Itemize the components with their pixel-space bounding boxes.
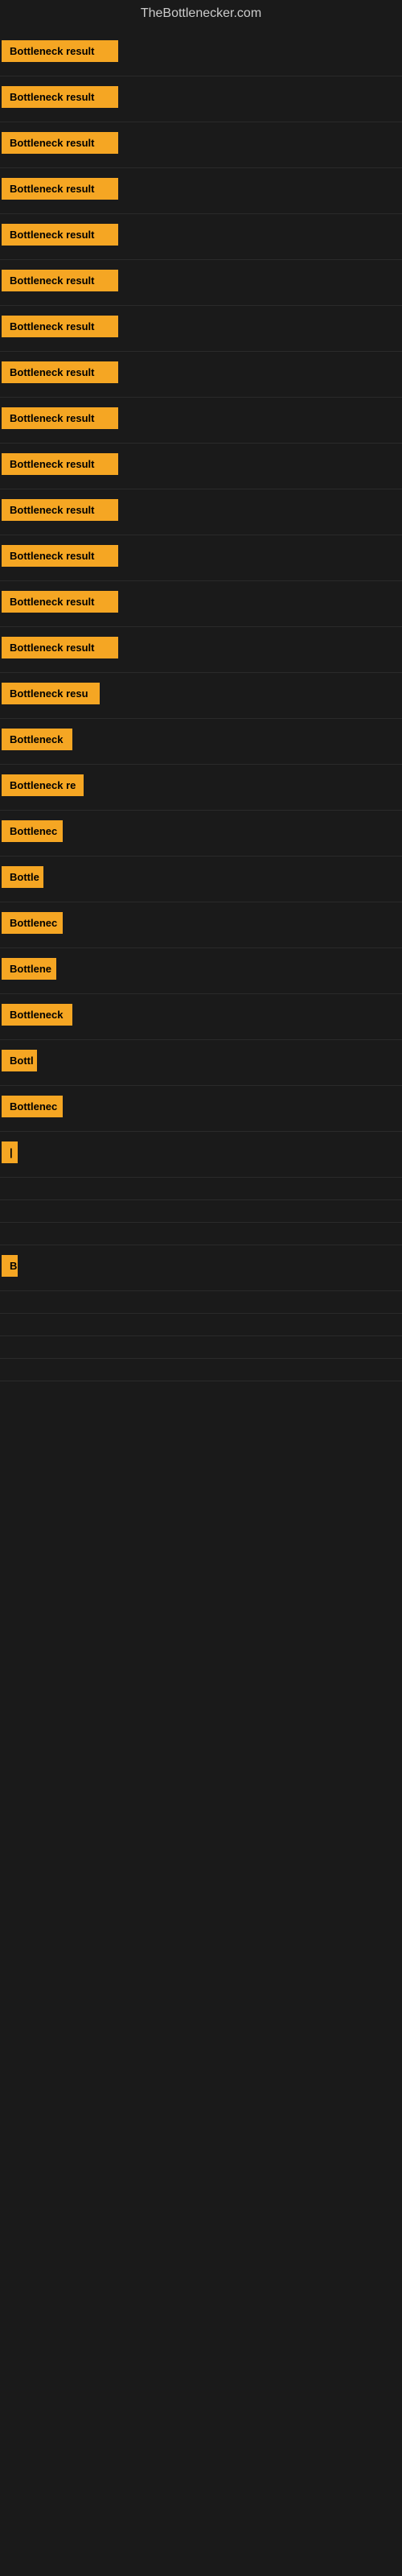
bottleneck-result-bar[interactable]: Bottleneck result — [2, 132, 118, 154]
bottleneck-result-bar[interactable]: Bottleneck result — [2, 270, 118, 291]
list-item: Bottleneck result — [0, 444, 402, 489]
bottleneck-result-bar[interactable]: Bottleneck resu — [2, 683, 100, 704]
bottleneck-result-bar[interactable]: Bottleneck result — [2, 361, 118, 383]
list-item — [0, 1178, 402, 1200]
bottleneck-result-bar[interactable]: Bottleneck re — [2, 774, 84, 796]
bottleneck-result-bar[interactable]: B — [2, 1255, 18, 1277]
list-item: Bottleneck result — [0, 76, 402, 122]
list-item: Bottleneck result — [0, 168, 402, 214]
site-title: TheBottlenecker.com — [0, 0, 402, 31]
bottleneck-result-bar[interactable]: Bottleneck result — [2, 40, 118, 62]
list-item: Bottlenec — [0, 811, 402, 857]
bottleneck-result-bar[interactable]: Bottleneck result — [2, 453, 118, 475]
list-item: Bottleneck result — [0, 535, 402, 581]
bottleneck-result-bar[interactable]: Bottle — [2, 866, 43, 888]
bottleneck-result-bar[interactable]: Bottleneck — [2, 729, 72, 750]
list-item: B — [0, 1245, 402, 1291]
list-item: Bottleneck — [0, 719, 402, 765]
list-item: Bottleneck result — [0, 398, 402, 444]
list-item — [0, 1359, 402, 1381]
site-header: TheBottlenecker.com — [0, 0, 402, 31]
list-item: Bottleneck result — [0, 260, 402, 306]
list-item: Bottleneck result — [0, 627, 402, 673]
bottleneck-result-bar[interactable]: Bottleneck result — [2, 407, 118, 429]
list-item: Bottleneck resu — [0, 673, 402, 719]
bottleneck-result-bar[interactable]: Bottlenec — [2, 820, 63, 842]
list-item: Bottlenec — [0, 1086, 402, 1132]
list-item — [0, 1291, 402, 1314]
list-item: Bottleneck re — [0, 765, 402, 811]
bottleneck-result-bar[interactable]: Bottl — [2, 1050, 37, 1071]
list-item: Bottlenec — [0, 902, 402, 948]
bottleneck-result-bar[interactable]: Bottleneck result — [2, 178, 118, 200]
list-item — [0, 1200, 402, 1223]
list-item: Bottleneck result — [0, 352, 402, 398]
list-item: Bottleneck result — [0, 214, 402, 260]
list-item — [0, 1223, 402, 1245]
bottleneck-result-bar[interactable]: Bottleneck result — [2, 545, 118, 567]
list-item: Bottl — [0, 1040, 402, 1086]
list-item — [0, 1336, 402, 1359]
bottleneck-result-bar[interactable]: Bottleneck result — [2, 316, 118, 337]
list-item: Bottleneck result — [0, 581, 402, 627]
list-item: Bottlene — [0, 948, 402, 994]
rows-container: Bottleneck result Bottleneck result Bottle… — [0, 31, 402, 1381]
list-item: Bottleneck result — [0, 122, 402, 168]
bottleneck-result-bar[interactable]: Bottleneck result — [2, 591, 118, 613]
list-item: Bottle — [0, 857, 402, 902]
list-item: | — [0, 1132, 402, 1178]
list-item: Bottleneck — [0, 994, 402, 1040]
bottleneck-result-bar[interactable]: Bottleneck — [2, 1004, 72, 1026]
bottleneck-result-bar[interactable]: Bottlene — [2, 958, 56, 980]
list-item: Bottleneck result — [0, 31, 402, 76]
list-item: Bottleneck result — [0, 306, 402, 352]
list-item — [0, 1314, 402, 1336]
bottleneck-result-bar[interactable]: Bottleneck result — [2, 499, 118, 521]
bottleneck-result-bar[interactable]: Bottleneck result — [2, 86, 118, 108]
bottleneck-result-bar[interactable]: Bottlenec — [2, 1096, 63, 1117]
bottleneck-result-bar[interactable]: | — [2, 1141, 18, 1163]
bottleneck-result-bar[interactable]: Bottlenec — [2, 912, 63, 934]
bottleneck-result-bar[interactable]: Bottleneck result — [2, 224, 118, 246]
list-item: Bottleneck result — [0, 489, 402, 535]
bottleneck-result-bar[interactable]: Bottleneck result — [2, 637, 118, 658]
